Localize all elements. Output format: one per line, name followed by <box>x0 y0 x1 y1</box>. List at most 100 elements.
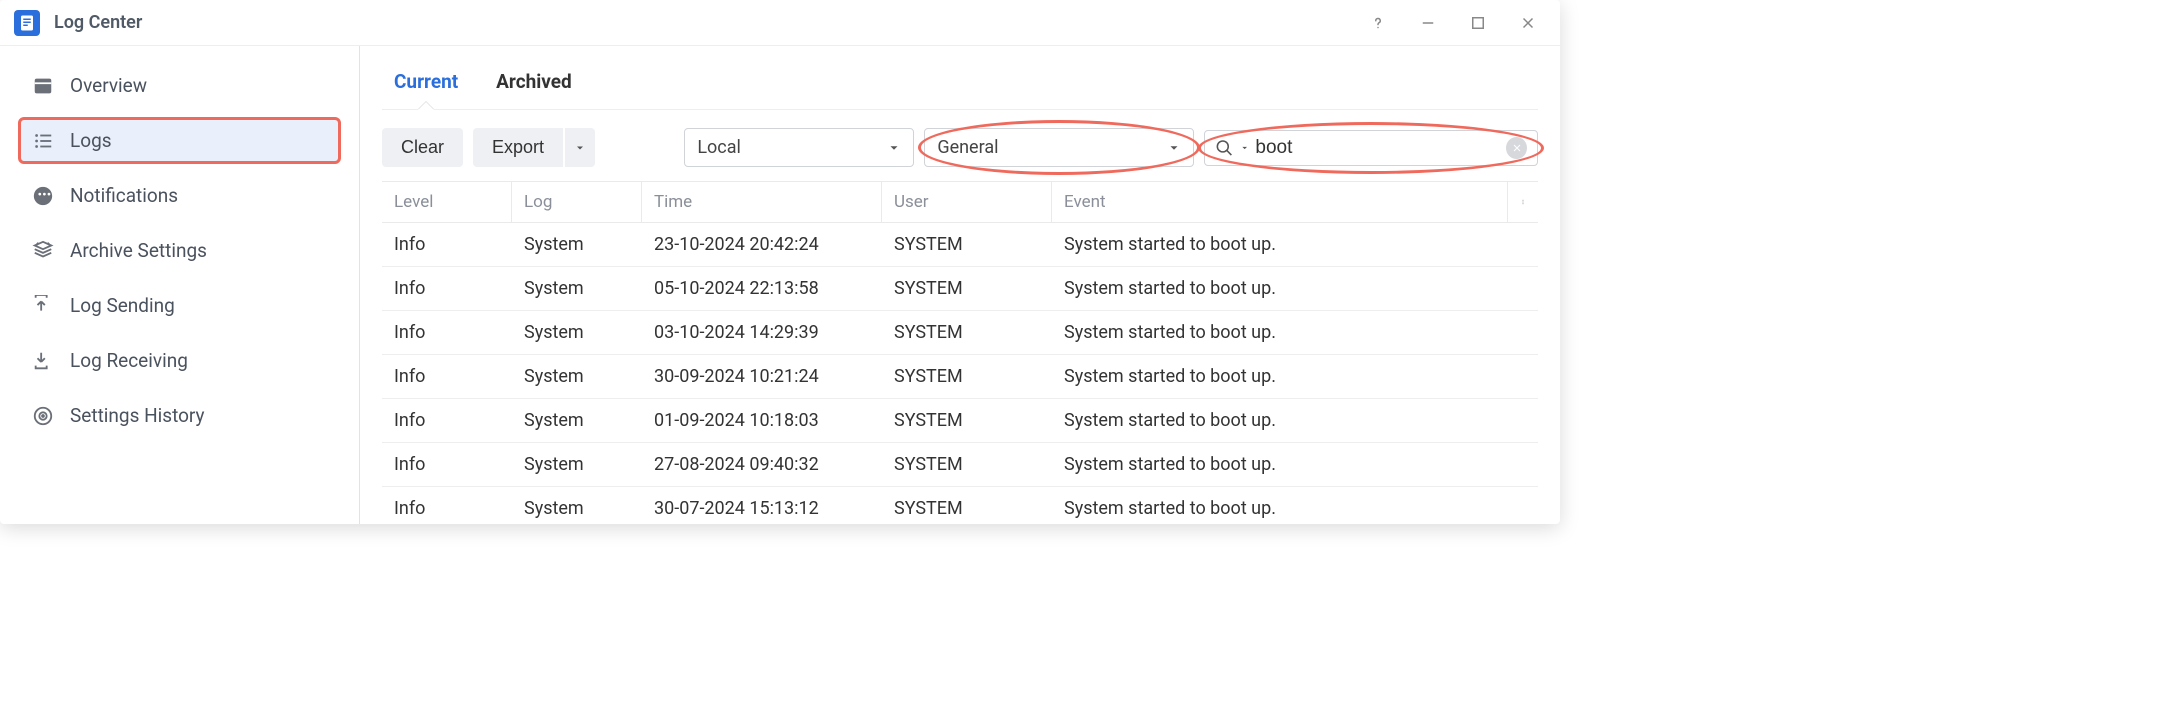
notifications-icon <box>32 185 54 207</box>
sidebar-item-overview[interactable]: Overview <box>18 62 341 109</box>
cell-level: Info <box>382 454 512 475</box>
export-button[interactable]: Export <box>473 128 563 167</box>
chevron-down-icon <box>1240 143 1249 153</box>
col-event[interactable]: Event <box>1052 182 1508 222</box>
tab-current[interactable]: Current <box>392 60 460 109</box>
table-row[interactable]: InfoSystem01-09-2024 10:18:03SYSTEMSyste… <box>382 399 1538 443</box>
cell-event: System started to boot up. <box>1052 322 1508 343</box>
sidebar-item-log-sending[interactable]: Log Sending <box>18 282 341 329</box>
tabs: Current Archived <box>382 60 1538 110</box>
cell-log: System <box>512 322 642 343</box>
cell-log: System <box>512 278 642 299</box>
cell-time: 30-07-2024 15:13:12 <box>642 498 882 519</box>
cell-level: Info <box>382 498 512 519</box>
toolbar: Clear Export Local General <box>382 110 1538 181</box>
log-table: Level Log Time User Event InfoSystem23-1… <box>382 181 1538 524</box>
minimize-button[interactable] <box>1410 5 1446 41</box>
cell-log: System <box>512 454 642 475</box>
sidebar-item-label: Notifications <box>70 184 178 207</box>
table-row[interactable]: InfoSystem05-10-2024 22:13:58SYSTEMSyste… <box>382 267 1538 311</box>
table-body[interactable]: InfoSystem23-10-2024 20:42:24SYSTEMSyste… <box>382 223 1538 524</box>
table-row[interactable]: InfoSystem03-10-2024 14:29:39SYSTEMSyste… <box>382 311 1538 355</box>
table-row[interactable]: InfoSystem30-07-2024 15:13:12SYSTEMSyste… <box>382 487 1538 524</box>
cell-level: Info <box>382 322 512 343</box>
col-log[interactable]: Log <box>512 182 642 222</box>
cell-time: 30-09-2024 10:21:24 <box>642 366 882 387</box>
cell-user: SYSTEM <box>882 366 1052 387</box>
sidebar-item-archive-settings[interactable]: Archive Settings <box>18 227 341 274</box>
chevron-down-icon <box>574 142 586 154</box>
sidebar-item-label: Log Receiving <box>70 349 188 372</box>
table-row[interactable]: InfoSystem30-09-2024 10:21:24SYSTEMSyste… <box>382 355 1538 399</box>
search-box[interactable] <box>1204 130 1538 166</box>
table-row[interactable]: InfoSystem27-08-2024 09:40:32SYSTEMSyste… <box>382 443 1538 487</box>
sidebar-item-label: Settings History <box>70 404 205 427</box>
close-button[interactable] <box>1510 5 1546 41</box>
cell-time: 27-08-2024 09:40:32 <box>642 454 882 475</box>
source-select[interactable]: Local <box>684 128 914 167</box>
category-select[interactable]: General <box>924 128 1194 167</box>
tab-archived[interactable]: Archived <box>494 60 574 109</box>
sidebar-item-label: Overview <box>70 74 147 97</box>
cell-user: SYSTEM <box>882 454 1052 475</box>
cell-log: System <box>512 366 642 387</box>
sidebar-item-logs[interactable]: Logs <box>18 117 341 164</box>
log-receiving-icon <box>32 350 54 372</box>
cell-level: Info <box>382 366 512 387</box>
table-row[interactable]: InfoSystem23-10-2024 20:42:24SYSTEMSyste… <box>382 223 1538 267</box>
maximize-button[interactable] <box>1460 5 1496 41</box>
cell-time: 01-09-2024 10:18:03 <box>642 410 882 431</box>
chevron-down-icon <box>887 141 901 155</box>
cell-level: Info <box>382 278 512 299</box>
cell-time: 05-10-2024 22:13:58 <box>642 278 882 299</box>
cell-log: System <box>512 410 642 431</box>
source-select-value: Local <box>697 137 741 158</box>
cell-log: System <box>512 234 642 255</box>
cell-time: 23-10-2024 20:42:24 <box>642 234 882 255</box>
kebab-icon <box>1520 193 1526 211</box>
sidebar-item-settings-history[interactable]: Settings History <box>18 392 341 439</box>
cell-event: System started to boot up. <box>1052 278 1508 299</box>
cell-event: System started to boot up. <box>1052 234 1508 255</box>
cell-time: 03-10-2024 14:29:39 <box>642 322 882 343</box>
close-icon <box>1511 142 1523 154</box>
log-center-window: Log Center Overview Logs Notifications A… <box>0 0 1560 524</box>
chevron-down-icon <box>1167 141 1181 155</box>
cell-user: SYSTEM <box>882 322 1052 343</box>
col-time[interactable]: Time <box>642 182 882 222</box>
overview-icon <box>32 75 54 97</box>
sidebar: Overview Logs Notifications Archive Sett… <box>0 46 360 524</box>
titlebar: Log Center <box>0 0 1560 46</box>
col-user[interactable]: User <box>882 182 1052 222</box>
category-select-value: General <box>937 137 998 158</box>
logs-icon <box>32 130 54 152</box>
sidebar-item-label: Log Sending <box>70 294 175 317</box>
export-dropdown-button[interactable] <box>565 128 595 167</box>
table-header: Level Log Time User Event <box>382 181 1538 223</box>
app-icon <box>14 10 40 36</box>
log-sending-icon <box>32 295 54 317</box>
cell-event: System started to boot up. <box>1052 498 1508 519</box>
sidebar-item-notifications[interactable]: Notifications <box>18 172 341 219</box>
main-panel: Current Archived Clear Export Local <box>360 46 1560 524</box>
clear-button[interactable]: Clear <box>382 128 463 167</box>
cell-event: System started to boot up. <box>1052 410 1508 431</box>
col-level[interactable]: Level <box>382 182 512 222</box>
sidebar-item-log-receiving[interactable]: Log Receiving <box>18 337 341 384</box>
cell-user: SYSTEM <box>882 410 1052 431</box>
cell-event: System started to boot up. <box>1052 366 1508 387</box>
sidebar-item-label: Archive Settings <box>70 239 207 262</box>
search-icon <box>1215 138 1234 158</box>
column-options-button[interactable] <box>1508 182 1538 222</box>
settings-history-icon <box>32 405 54 427</box>
cell-level: Info <box>382 234 512 255</box>
cell-user: SYSTEM <box>882 234 1052 255</box>
cell-user: SYSTEM <box>882 498 1052 519</box>
cell-event: System started to boot up. <box>1052 454 1508 475</box>
search-clear-button[interactable] <box>1506 137 1527 159</box>
archive-settings-icon <box>32 240 54 262</box>
help-button[interactable] <box>1360 5 1396 41</box>
cell-level: Info <box>382 410 512 431</box>
search-input[interactable] <box>1255 137 1500 159</box>
sidebar-item-label: Logs <box>70 129 112 152</box>
